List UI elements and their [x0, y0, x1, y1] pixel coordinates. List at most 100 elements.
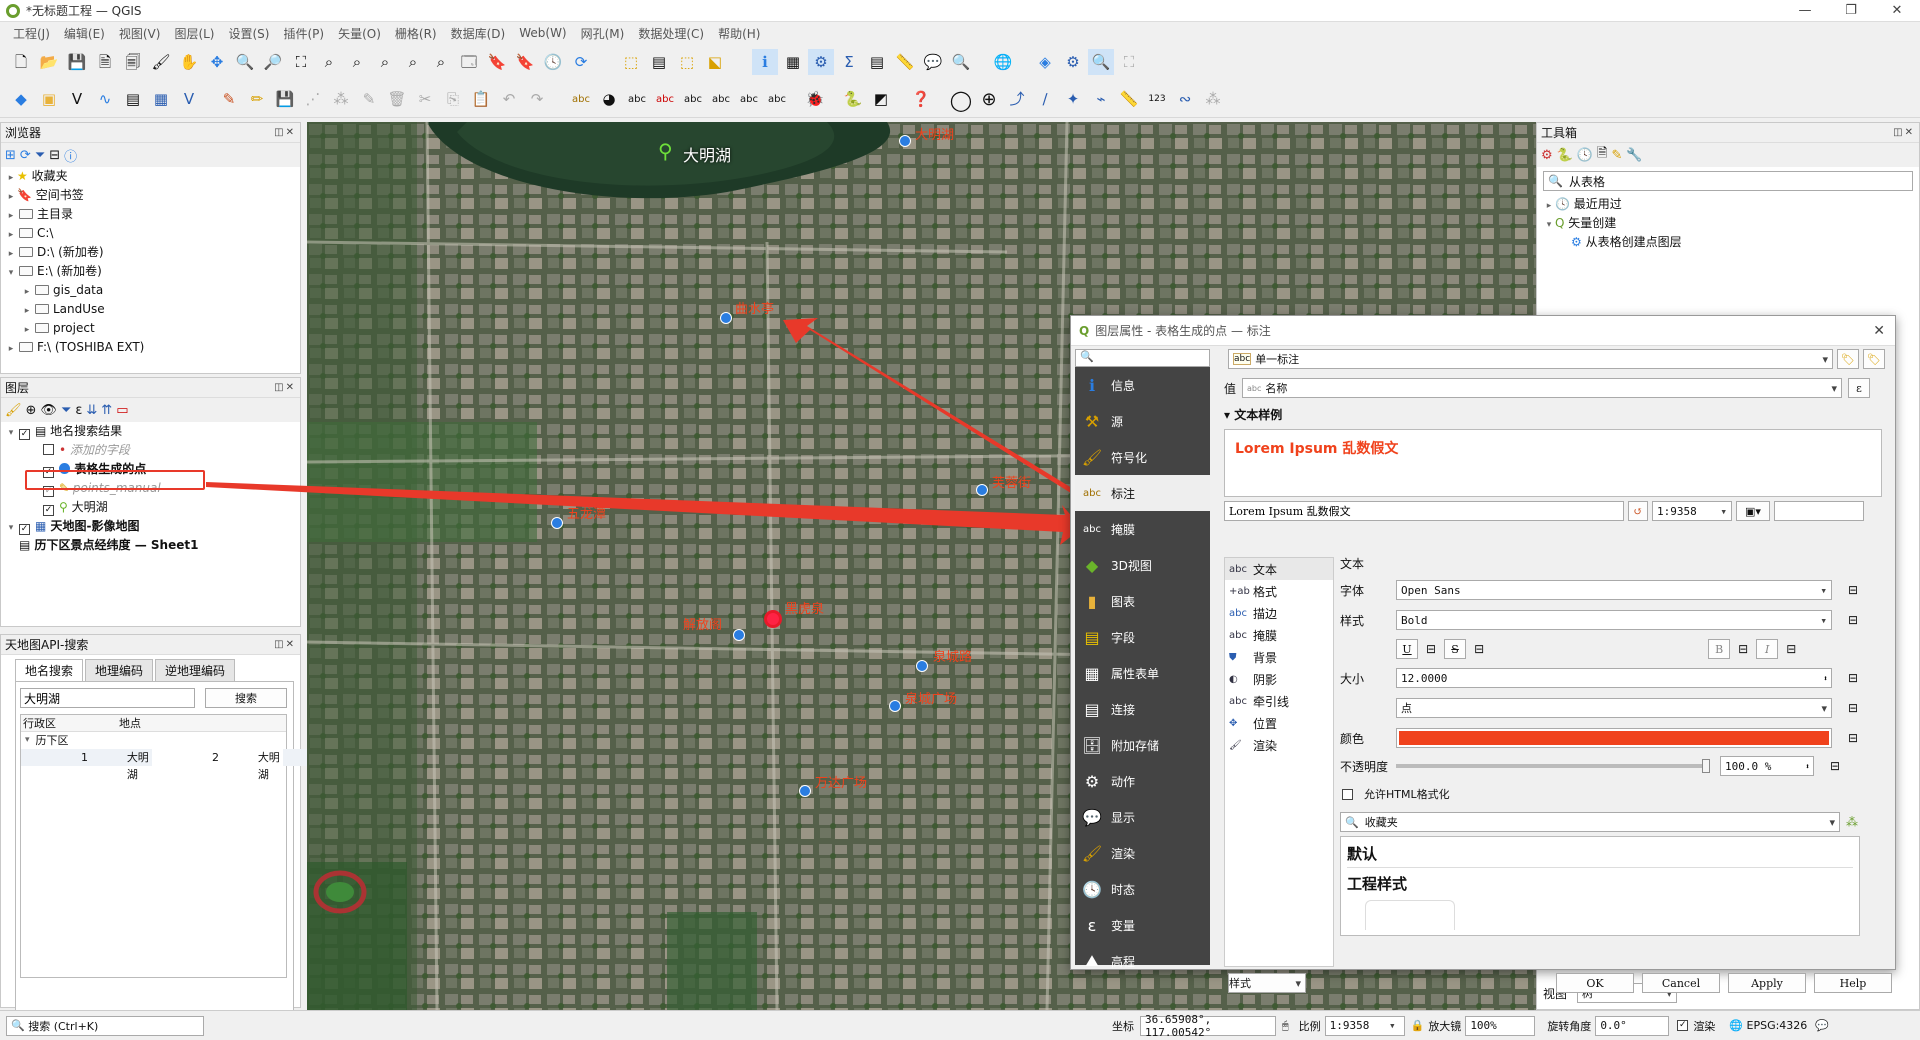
subtab-shadow[interactable]: ◐ 阴影: [1225, 668, 1333, 690]
style-list[interactable]: 默认 工程样式: [1340, 836, 1860, 936]
toolbox-item-recent[interactable]: ▸ 🕓 最近用过: [1543, 195, 1919, 214]
unit-select[interactable]: 点: [1396, 698, 1832, 718]
browser-item-bookmarks[interactable]: ▸ 🔖 空间书签: [5, 186, 300, 205]
label-props-icon[interactable]: abc: [764, 87, 790, 113]
plugin-icon[interactable]: 🐞: [802, 87, 828, 113]
python-icon[interactable]: 🐍: [840, 87, 866, 113]
color-swatch[interactable]: [1396, 728, 1832, 748]
browser-item-gis-data[interactable]: ▸ gis_data: [5, 281, 300, 300]
add-vector-tile-icon[interactable]: V: [176, 87, 202, 113]
sample-scale-select[interactable]: 1:9358: [1652, 501, 1732, 521]
render-checkbox[interactable]: ✓: [1677, 1020, 1689, 1031]
split-tool-icon[interactable]: ✦: [1060, 87, 1086, 113]
label-rotate-icon[interactable]: abc: [708, 87, 734, 113]
modify-attributes-icon[interactable]: ✎: [356, 87, 382, 113]
reset-sample-icon[interactable]: ↺: [1628, 501, 1648, 521]
panel-controls-icon[interactable]: ◫✕: [1893, 127, 1915, 138]
coord-input[interactable]: 36.65908°, 117.00542°: [1140, 1013, 1276, 1039]
value-field-select[interactable]: abc 名称: [1242, 378, 1843, 398]
browser-item-home[interactable]: ▸ 主目录: [5, 205, 300, 224]
zoom-next-icon[interactable]: ⌕: [428, 49, 454, 75]
unit-override-icon[interactable]: ⊟: [1848, 701, 1858, 715]
spline-icon[interactable]: ∾: [1172, 87, 1198, 113]
nav-labels[interactable]: abc 标注: [1075, 475, 1210, 511]
ruler-icon[interactable]: 📏: [1116, 87, 1142, 113]
style-group-default[interactable]: 默认: [1347, 843, 1853, 868]
style-override-icon[interactable]: ⊟: [1848, 613, 1858, 627]
show-bookmarks-icon[interactable]: 🔖: [512, 49, 538, 75]
label-show-icon[interactable]: abc: [652, 87, 678, 113]
italic-button[interactable]: I: [1756, 639, 1779, 659]
info-icon[interactable]: ⓘ: [64, 146, 77, 165]
pan-to-selection-icon[interactable]: ✥: [204, 49, 230, 75]
browser-item-c[interactable]: ▸ C:\: [5, 224, 300, 243]
crosshair-icon[interactable]: ⊕: [976, 87, 1002, 113]
browser-item-favorites[interactable]: ▸ ★ 收藏夹: [5, 167, 300, 186]
label-move-icon[interactable]: abc: [680, 87, 706, 113]
collapse-all-icon[interactable]: ⊟: [49, 148, 60, 163]
style-manager-icon[interactable]: ⁂: [1846, 815, 1858, 829]
dialog-close-icon[interactable]: ✕: [1873, 323, 1885, 339]
map-point[interactable]: [916, 660, 928, 672]
toggle-extent-icon[interactable]: 🖱: [1282, 1019, 1289, 1033]
apply-button[interactable]: Apply: [1728, 973, 1806, 993]
reshape-icon[interactable]: ⌁: [1088, 87, 1114, 113]
subtab-placement[interactable]: ✥ 位置: [1225, 712, 1333, 734]
add-wfs-icon[interactable]: ▤: [120, 87, 146, 113]
map-point[interactable]: [551, 517, 563, 529]
add-wms-icon[interactable]: ∿: [92, 87, 118, 113]
minimize-button[interactable]: —: [1782, 3, 1828, 18]
italic-override-icon[interactable]: ⊟: [1786, 642, 1796, 656]
browser-item-d[interactable]: ▸ D:\ (新加卷): [5, 243, 300, 262]
nav-search-input[interactable]: 🔍: [1075, 349, 1210, 367]
style-thumb[interactable]: [1365, 900, 1455, 930]
nav-attributes-form[interactable]: ▦ 属性表单: [1075, 655, 1210, 691]
strikeout-override-icon[interactable]: ⊟: [1474, 642, 1484, 656]
globe-icon[interactable]: 🌐: [990, 49, 1016, 75]
snap-icon[interactable]: ⁂: [1200, 87, 1226, 113]
opacity-input[interactable]: 100.0 % ⬍: [1720, 756, 1814, 776]
scale-select[interactable]: 1:9358: [1324, 1015, 1405, 1036]
underline-override-icon[interactable]: ⊟: [1426, 642, 1436, 656]
html-checkbox[interactable]: [1342, 788, 1353, 800]
copy-icon[interactable]: ⎘: [440, 87, 466, 113]
new-map-view-icon[interactable]: 🗔: [456, 49, 482, 75]
table-row[interactable]: 1 大明湖: [21, 749, 152, 781]
subtab-background[interactable]: ⛊ 背景: [1225, 646, 1333, 668]
vertex-tool-icon[interactable]: ⁂: [328, 87, 354, 113]
size-input[interactable]: 12.0000 ⬍: [1396, 668, 1832, 688]
subtab-text[interactable]: abc 文本: [1225, 558, 1333, 580]
zoom-last-icon[interactable]: ⌕: [400, 49, 426, 75]
maximize-button[interactable]: ❐: [1828, 3, 1874, 18]
paste-icon[interactable]: 📋: [468, 87, 494, 113]
menu-raster[interactable]: 栅格(R): [388, 25, 444, 42]
layer-search-results[interactable]: ▾ ✓ ▤ 地名搜索结果: [5, 422, 300, 441]
add-raster-icon[interactable]: ▣: [36, 87, 62, 113]
current-edits-icon[interactable]: ✎: [216, 87, 242, 113]
expand-all-icon[interactable]: ⇊: [86, 403, 97, 418]
zoom-selection-icon[interactable]: ⌕: [316, 49, 342, 75]
nav-rendering[interactable]: 🖌 渲染: [1075, 835, 1210, 871]
layer-style-icon[interactable]: 🖌: [5, 403, 22, 418]
field-calc-icon[interactable]: ▤: [864, 49, 890, 75]
open-project-icon[interactable]: 📂: [36, 49, 62, 75]
nav-variables[interactable]: ε 变量: [1075, 907, 1210, 943]
line-tool-icon[interactable]: ∕: [1032, 87, 1058, 113]
panel-controls-icon[interactable]: ◫✕: [274, 639, 296, 650]
add-mesh-icon[interactable]: ▦: [148, 87, 174, 113]
circle-tool-icon[interactable]: ◯: [948, 87, 974, 113]
api-search-input[interactable]: [20, 688, 195, 708]
deselect-icon[interactable]: ⬚: [674, 49, 700, 75]
subtab-rendering[interactable]: 🖌 渲染: [1225, 734, 1333, 756]
save-project-icon[interactable]: 💾: [64, 49, 90, 75]
expression-icon[interactable]: ε: [1848, 378, 1871, 398]
add-group-icon[interactable]: ⊕: [26, 403, 37, 418]
menu-edit[interactable]: 编辑(E): [57, 25, 112, 42]
scripts-icon[interactable]: 🐍: [1557, 148, 1573, 163]
digitize-icon[interactable]: ⋰: [300, 87, 326, 113]
help-icon[interactable]: ❓: [908, 87, 934, 113]
subtab-callouts[interactable]: abc 牵引线: [1225, 690, 1333, 712]
menu-mesh[interactable]: 网孔(M): [574, 25, 632, 42]
toolbox-search[interactable]: 🔍 从表格: [1543, 171, 1913, 191]
browser-item-project[interactable]: ▸ project: [5, 319, 300, 338]
